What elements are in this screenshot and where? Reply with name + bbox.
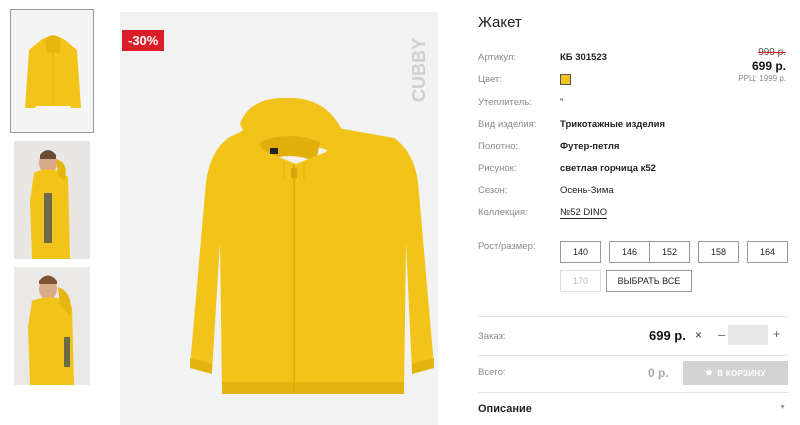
order-price: 699 р. bbox=[649, 328, 686, 343]
brand-logo-text: CUBBY bbox=[409, 38, 429, 102]
price-rrc: РРЦ: 1999 р. bbox=[738, 74, 786, 83]
thumbnail-front[interactable] bbox=[10, 9, 94, 133]
collection-link[interactable]: №52 DINO bbox=[560, 207, 608, 219]
select-all-sizes-button[interactable]: ВЫБРАТЬ ВСЕ bbox=[606, 270, 692, 292]
attr-value-type: Трикотажные изделия bbox=[560, 119, 666, 130]
size-option-152[interactable]: 152 bbox=[649, 241, 690, 263]
attr-value-fabric: Футер-петля bbox=[560, 141, 620, 152]
attr-label-color: Цвет: bbox=[478, 74, 502, 85]
size-option-146[interactable]: 146 bbox=[609, 241, 650, 263]
size-option-164[interactable]: 164 bbox=[747, 241, 788, 263]
jacket-image bbox=[190, 97, 434, 394]
attr-label-fabric: Полотно: bbox=[478, 141, 519, 152]
attr-label-article: Артикул: bbox=[478, 52, 517, 63]
size-label: Рост/размер: bbox=[478, 241, 536, 252]
brand-logo: CUBBY bbox=[409, 38, 429, 102]
attr-label-type: Вид изделия: bbox=[478, 119, 537, 130]
jacket-thumbnail-image bbox=[25, 35, 81, 108]
quantity-plus-button[interactable]: + bbox=[773, 327, 780, 341]
price-current: 699 р. bbox=[751, 59, 786, 73]
chevron-down-icon[interactable]: ▼ bbox=[779, 404, 786, 411]
attr-value-insulation: " bbox=[560, 97, 564, 108]
attr-value-pattern: светлая горчица к52 bbox=[560, 163, 656, 174]
attr-label-season: Сезон: bbox=[478, 185, 508, 196]
thumbnail-list bbox=[10, 9, 94, 393]
divider bbox=[478, 355, 788, 356]
total-label: Всего: bbox=[478, 367, 506, 378]
attr-value-article: КБ 301523 bbox=[560, 52, 607, 63]
discount-badge: -30% bbox=[122, 30, 165, 51]
color-swatch[interactable] bbox=[560, 74, 571, 85]
add-to-cart-button[interactable]: В КОРЗИНУ bbox=[683, 361, 788, 385]
description-toggle[interactable]: Описание bbox=[478, 403, 532, 415]
main-product-image[interactable] bbox=[120, 12, 438, 425]
thumbnail-model-side[interactable] bbox=[14, 141, 90, 259]
divider bbox=[478, 316, 788, 317]
divider bbox=[478, 392, 788, 393]
size-option-170: 170 bbox=[560, 270, 601, 292]
order-label: Заказ: bbox=[478, 331, 506, 342]
price-old: 999 р. bbox=[758, 47, 786, 58]
size-option-140[interactable]: 140 bbox=[560, 241, 601, 263]
attr-label-pattern: Рисунок: bbox=[478, 163, 517, 174]
thumbnail-model-back[interactable] bbox=[14, 267, 90, 385]
add-to-cart-label: В КОРЗИНУ bbox=[717, 368, 766, 378]
attr-label-insulation: Утеплитель: bbox=[478, 97, 532, 108]
model-side-image bbox=[30, 150, 70, 259]
attr-label-collection: Коллекция: bbox=[478, 207, 528, 218]
quantity-input[interactable] bbox=[728, 325, 768, 345]
model-back-image bbox=[28, 275, 74, 385]
cart-icon bbox=[706, 369, 713, 375]
clear-order-icon[interactable]: × bbox=[695, 328, 702, 342]
size-option-158[interactable]: 158 bbox=[698, 241, 739, 263]
attr-value-season: Осень-Зима bbox=[560, 185, 614, 196]
product-title: Жакет bbox=[478, 14, 522, 31]
quantity-minus-button[interactable]: – bbox=[718, 327, 725, 342]
total-value: 0 р. bbox=[648, 366, 669, 380]
